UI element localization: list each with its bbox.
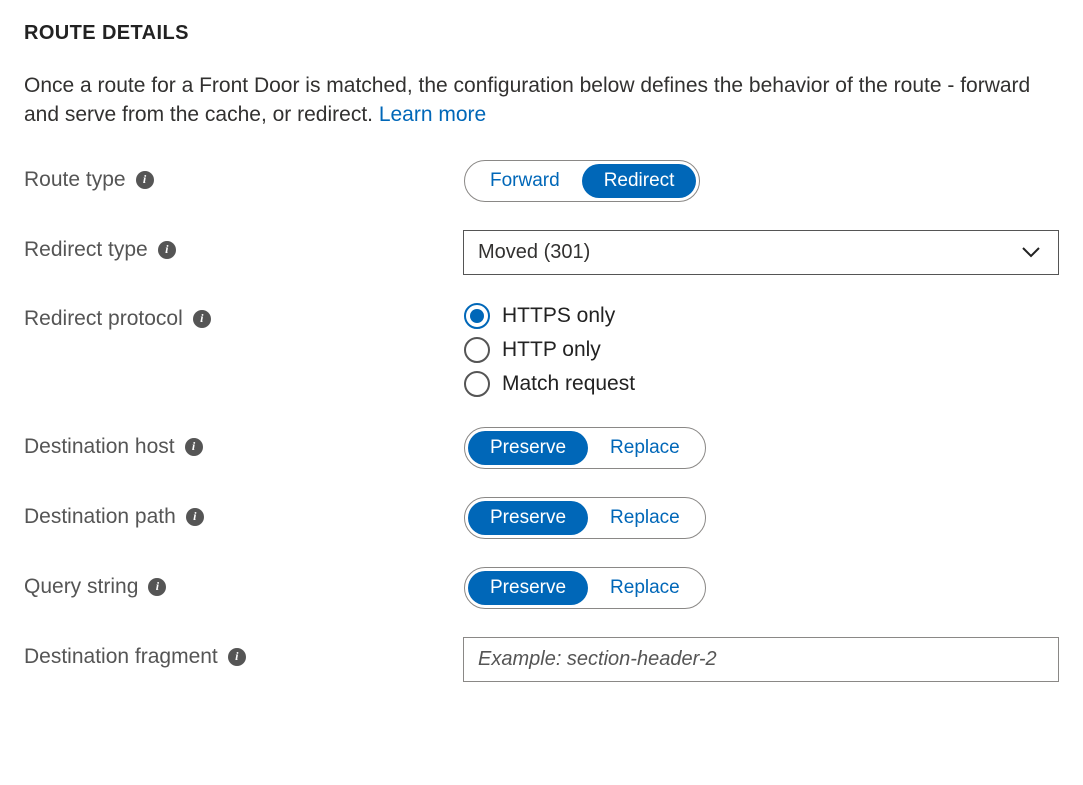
destination-host-replace[interactable]: Replace: [588, 431, 702, 465]
description-text: Once a route for a Front Door is matched…: [24, 74, 1030, 126]
query-string-preserve[interactable]: Preserve: [468, 571, 588, 605]
redirect-type-value: Moved (301): [463, 230, 1059, 275]
redirect-protocol-match-request[interactable]: Match request: [464, 371, 1059, 397]
route-type-forward[interactable]: Forward: [468, 164, 582, 198]
destination-fragment-input[interactable]: [463, 637, 1059, 682]
query-string-replace[interactable]: Replace: [588, 571, 702, 605]
destination-host-toggle: Preserve Replace: [464, 427, 706, 469]
route-type-toggle: Forward Redirect: [464, 160, 700, 202]
destination-fragment-label: Destination fragment: [24, 645, 218, 669]
destination-path-preserve[interactable]: Preserve: [468, 501, 588, 535]
info-icon[interactable]: i: [148, 578, 166, 596]
redirect-type-label: Redirect type: [24, 238, 148, 262]
destination-path-replace[interactable]: Replace: [588, 501, 702, 535]
redirect-type-select[interactable]: Moved (301): [463, 230, 1059, 275]
redirect-protocol-label: Redirect protocol: [24, 307, 183, 331]
destination-path-toggle: Preserve Replace: [464, 497, 706, 539]
destination-host-label: Destination host: [24, 435, 175, 459]
info-icon[interactable]: i: [193, 310, 211, 328]
info-icon[interactable]: i: [158, 241, 176, 259]
radio-icon: [464, 303, 490, 329]
info-icon[interactable]: i: [228, 648, 246, 666]
section-title: ROUTE DETAILS: [24, 22, 1059, 45]
radio-label: HTTPS only: [502, 304, 615, 328]
info-icon[interactable]: i: [136, 171, 154, 189]
learn-more-link[interactable]: Learn more: [379, 103, 486, 126]
section-description: Once a route for a Front Door is matched…: [24, 71, 1059, 130]
info-icon[interactable]: i: [186, 508, 204, 526]
radio-icon: [464, 337, 490, 363]
route-type-label: Route type: [24, 168, 126, 192]
redirect-protocol-group: HTTPS only HTTP only Match request: [464, 303, 1059, 397]
redirect-protocol-https-only[interactable]: HTTPS only: [464, 303, 1059, 329]
query-string-toggle: Preserve Replace: [464, 567, 706, 609]
destination-host-preserve[interactable]: Preserve: [468, 431, 588, 465]
destination-path-label: Destination path: [24, 505, 176, 529]
redirect-protocol-http-only[interactable]: HTTP only: [464, 337, 1059, 363]
info-icon[interactable]: i: [185, 438, 203, 456]
radio-label: HTTP only: [502, 338, 601, 362]
radio-label: Match request: [502, 372, 635, 396]
query-string-label: Query string: [24, 575, 138, 599]
route-type-redirect[interactable]: Redirect: [582, 164, 697, 198]
radio-icon: [464, 371, 490, 397]
